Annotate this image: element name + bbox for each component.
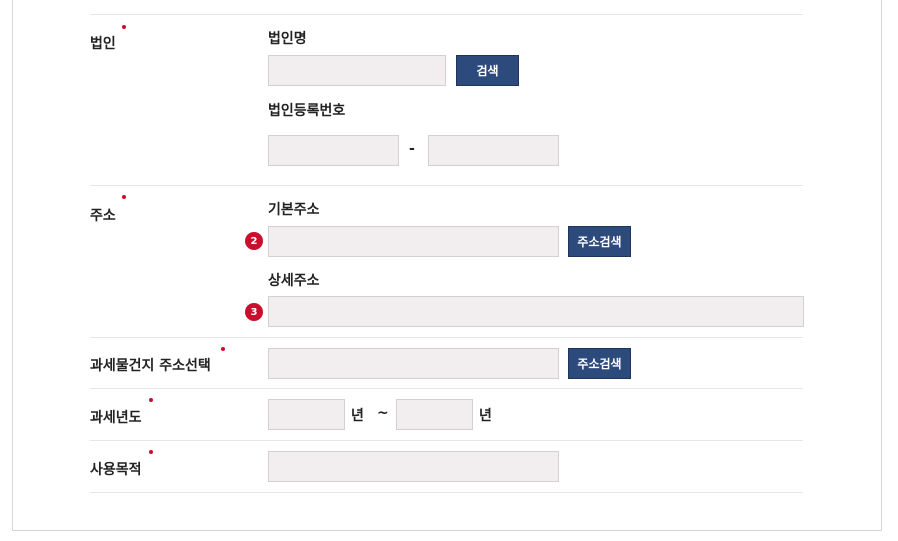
required-marker	[149, 450, 153, 454]
tax-year-to-input[interactable]	[396, 399, 473, 430]
property-address-search-button[interactable]: 주소검색	[568, 348, 631, 379]
tax-year-to-unit: 년	[479, 408, 492, 424]
corporation-name-input[interactable]	[268, 55, 446, 86]
corporation-reg-input-1[interactable]	[268, 135, 399, 166]
address-label: 주소	[90, 208, 116, 224]
property-address-label: 과세물건지 주소선택	[90, 358, 211, 374]
detail-address-input[interactable]	[268, 296, 804, 327]
corporation-search-button[interactable]: 검색	[456, 55, 519, 86]
basic-address-label: 기본주소	[268, 202, 320, 218]
purpose-input[interactable]	[268, 451, 559, 482]
corporation-reg-input-2[interactable]	[428, 135, 559, 166]
tax-year-from-unit: 년	[351, 408, 364, 424]
corporation-name-label: 법인명	[268, 31, 307, 47]
row-divider	[90, 185, 803, 186]
range-separator: ~	[377, 405, 389, 421]
required-marker	[122, 25, 126, 29]
required-marker	[221, 347, 225, 351]
tax-year-label: 과세년도	[90, 410, 142, 426]
basic-address-input[interactable]	[268, 226, 559, 257]
corporation-label: 법인	[90, 36, 116, 52]
reg-separator: -	[409, 141, 415, 157]
row-divider	[90, 337, 803, 338]
purpose-label: 사용목적	[90, 462, 142, 478]
required-marker	[149, 398, 153, 402]
property-address-input[interactable]	[268, 348, 559, 379]
row-divider	[90, 388, 803, 389]
corporation-reg-label: 법인등록번호	[268, 103, 346, 119]
address-search-button[interactable]: 주소검색	[568, 226, 631, 257]
row-divider	[90, 492, 803, 493]
required-marker	[122, 195, 126, 199]
tax-year-from-input[interactable]	[268, 399, 345, 430]
detail-address-label: 상세주소	[268, 273, 320, 289]
row-divider	[90, 14, 803, 15]
step-badge-3: 3	[245, 303, 263, 321]
step-badge-2: 2	[245, 232, 263, 250]
row-divider	[90, 440, 803, 441]
